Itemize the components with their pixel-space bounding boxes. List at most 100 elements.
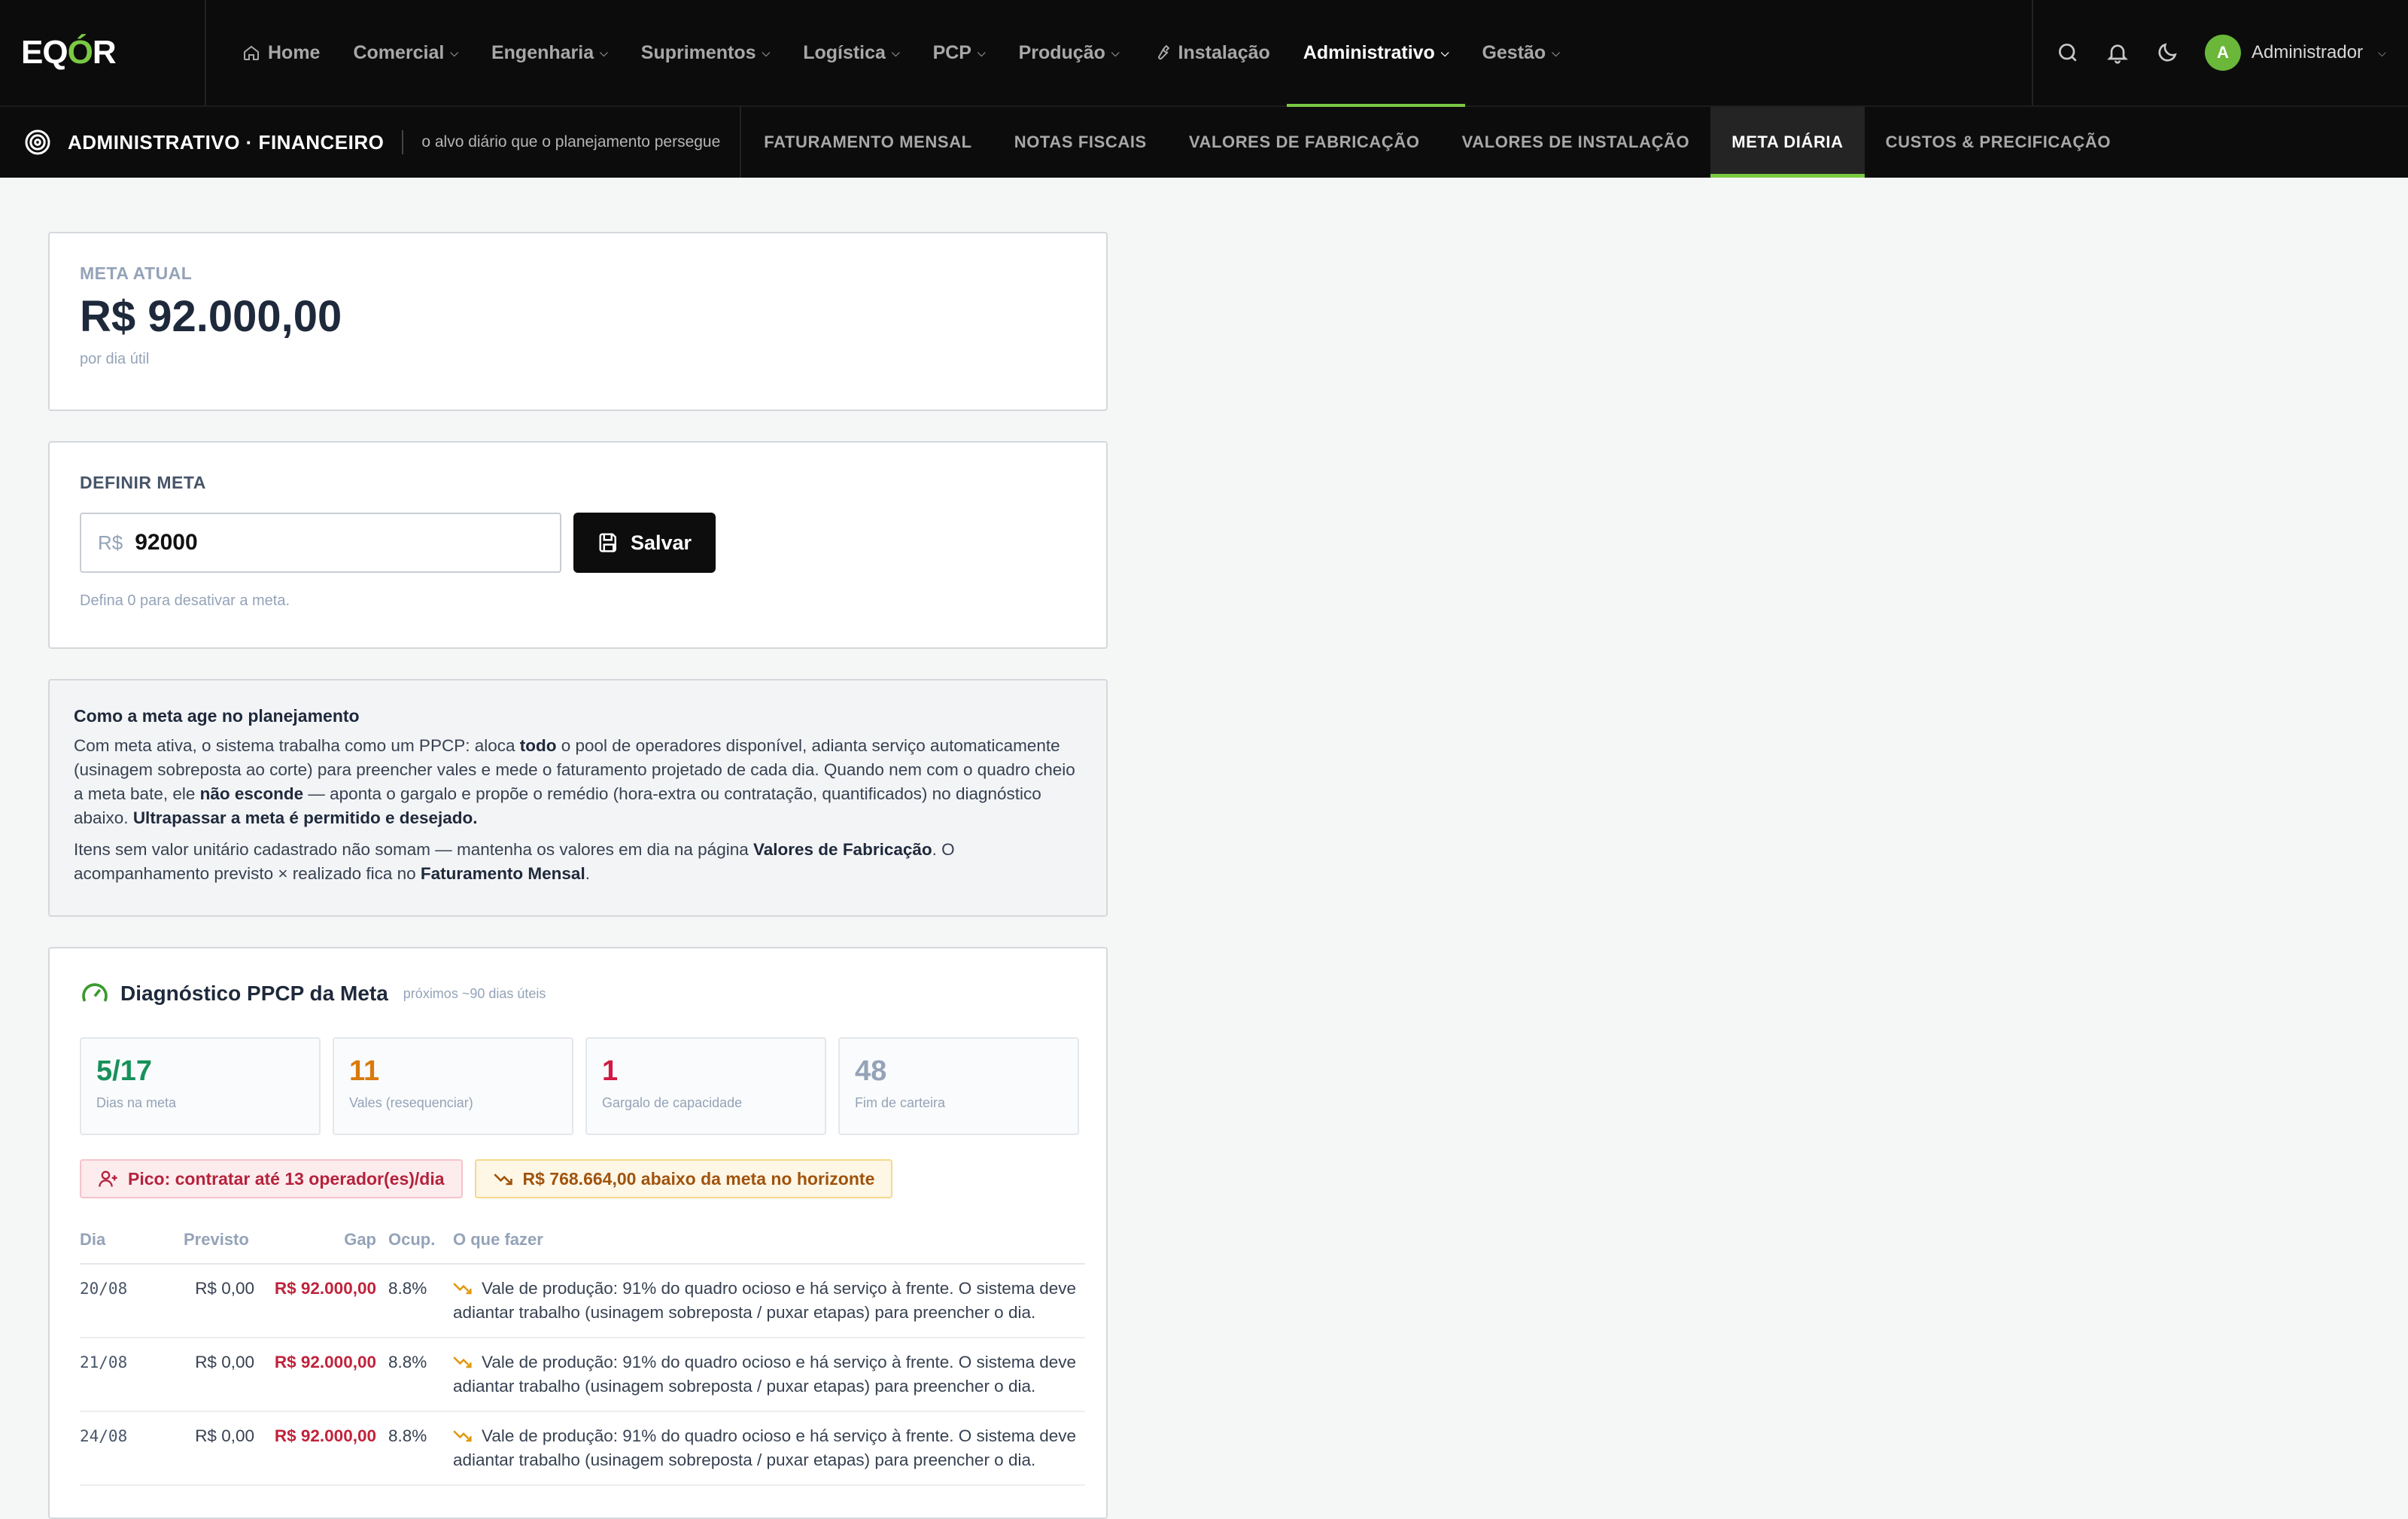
- save-button[interactable]: Salvar: [573, 513, 716, 573]
- stats-row: 5/17 Dias na meta 11 Vales (resequenciar…: [80, 1037, 1079, 1135]
- tab-meta-diaria[interactable]: META DIÁRIA: [1710, 107, 1865, 178]
- section-title: ADMINISTRATIVO · FINANCEIRO: [68, 130, 385, 154]
- gap-alert-badge: R$ 768.664,00 abaixo da meta no horizont…: [474, 1159, 893, 1198]
- menu-item-label: PCP: [932, 41, 971, 63]
- moon-icon[interactable]: [2155, 41, 2179, 65]
- section-subtitle: o alvo diário que o planejamento persegu…: [421, 133, 721, 151]
- tab-custos-precificacao[interactable]: CUSTOS & PRECIFICAÇÃO: [1865, 107, 2132, 178]
- gauge-icon: [82, 983, 108, 1002]
- stat-value: 11: [349, 1055, 380, 1087]
- planning-info-card: Como a meta age no planejamento Com meta…: [48, 679, 1108, 917]
- trending-down-icon: [453, 1283, 472, 1295]
- top-navbar: EQÓR Home Comercial ⌵ Engenharia ⌵ Suprime…: [0, 0, 2408, 107]
- stat-end-of-backlog: 48 Fim de carteira: [838, 1037, 1079, 1135]
- col-previsto: Previsto: [184, 1224, 266, 1265]
- cell-ocup: 8.8%: [388, 1264, 453, 1338]
- table-header-row: Dia Previsto Gap Ocup. O que fazer: [80, 1224, 1085, 1265]
- col-gap: Gap: [266, 1224, 388, 1265]
- stat-label: Dias na meta: [96, 1095, 177, 1110]
- logo-text: EQÓR: [21, 34, 117, 71]
- table-row: 20/08 R$ 0,00 R$ 92.000,00 8.8% Vale de …: [80, 1264, 1085, 1338]
- trending-down-icon: [453, 1430, 472, 1442]
- col-ocup: Ocup.: [388, 1224, 453, 1265]
- diagnostic-card: Diagnóstico PPCP da Meta próximos ~90 di…: [48, 947, 1108, 1519]
- stat-label: Vales (resequenciar): [349, 1095, 473, 1110]
- chevron-down-icon: ⌵: [600, 46, 608, 59]
- stat-bottleneck: 1 Gargalo de capacidade: [585, 1037, 826, 1135]
- menu-item-producao[interactable]: Produção ⌵: [1002, 0, 1136, 105]
- chevron-down-icon: ⌵: [1111, 46, 1120, 59]
- bell-icon[interactable]: [2105, 41, 2130, 65]
- diagnostic-table: Dia Previsto Gap Ocup. O que fazer 20/08…: [80, 1224, 1085, 1486]
- chevron-down-icon: ⌵: [450, 46, 458, 59]
- menu-item-label: Instalação: [1178, 41, 1270, 63]
- user-menu[interactable]: A Administrador ⌵: [2205, 35, 2386, 71]
- current-goal-card: META ATUAL R$ 92.000,00 por dia útil: [48, 232, 1108, 411]
- chevron-down-icon: ⌵: [1440, 46, 1449, 59]
- section-header: ADMINISTRATIVO · FINANCEIRO o alvo diári…: [0, 107, 742, 178]
- avatar: A: [2205, 35, 2241, 71]
- chevron-down-icon: ⌵: [891, 46, 900, 59]
- cell-acao: Vale de produção: 91% do quadro ocioso e…: [453, 1411, 1085, 1486]
- tab-faturamento-mensal[interactable]: FATURAMENTO MENSAL: [743, 107, 993, 178]
- menu-item-label: Home: [268, 41, 321, 63]
- set-goal-label: DEFINIR META: [80, 473, 206, 492]
- menu-item-suprimentos[interactable]: Suprimentos ⌵: [625, 0, 786, 105]
- cell-previsto: R$ 0,00: [184, 1264, 266, 1338]
- menu-item-pcp[interactable]: PCP ⌵: [917, 0, 1002, 105]
- cell-dia: 20/08: [80, 1264, 184, 1338]
- info-paragraph-2: Itens sem valor unitário cadastrado não …: [74, 840, 955, 883]
- app-logo[interactable]: EQÓR: [0, 0, 206, 105]
- trending-down-icon: [453, 1356, 472, 1368]
- cell-gap: R$ 92.000,00: [266, 1338, 388, 1412]
- goal-input[interactable]: [135, 530, 512, 556]
- wrench-icon: [1157, 44, 1169, 60]
- tab-valores-fabricacao[interactable]: VALORES DE FABRICAÇÃO: [1168, 107, 1441, 178]
- cell-previsto: R$ 0,00: [184, 1411, 266, 1486]
- menu-item-administrativo[interactable]: Administrativo ⌵: [1286, 0, 1466, 107]
- section-tabs: FATURAMENTO MENSAL NOTAS FISCAIS VALORES…: [741, 107, 2132, 178]
- menu-item-label: Suprimentos: [640, 41, 756, 63]
- cell-previsto: R$ 0,00: [184, 1338, 266, 1412]
- info-title: Como a meta age no planejamento: [74, 706, 360, 726]
- menu-item-home[interactable]: Home: [226, 0, 336, 105]
- hire-alert-badge: Pico: contratar até 13 operador(es)/dia: [80, 1159, 463, 1198]
- save-button-label: Salvar: [631, 531, 692, 554]
- diagnostic-header: Diagnóstico PPCP da Meta próximos ~90 di…: [80, 979, 1079, 1009]
- goal-input-wrapper: R$: [80, 513, 561, 573]
- currency-prefix: R$: [98, 531, 123, 554]
- cell-acao: Vale de produção: 91% do quadro ocioso e…: [453, 1338, 1085, 1412]
- target-icon: [25, 129, 50, 155]
- stat-value: 5/17: [96, 1055, 152, 1087]
- info-paragraph-1: Com meta ativa, o sistema trabalha como …: [74, 736, 1075, 827]
- home-icon: [244, 45, 259, 60]
- search-icon[interactable]: [2056, 41, 2080, 65]
- menu-item-comercial[interactable]: Comercial ⌵: [336, 0, 475, 105]
- menu-item-logistica[interactable]: Logística ⌵: [786, 0, 916, 105]
- stat-days-on-goal: 5/17 Dias na meta: [80, 1037, 321, 1135]
- gap-alert-text: R$ 768.664,00 abaixo da meta no horizont…: [522, 1168, 875, 1189]
- diagnostic-title: Diagnóstico PPCP da Meta: [120, 982, 388, 1005]
- menu-item-instalacao[interactable]: Instalação: [1136, 0, 1287, 105]
- stat-label: Fim de carteira: [855, 1095, 946, 1110]
- menu-item-gestao[interactable]: Gestão ⌵: [1465, 0, 1576, 105]
- tab-valores-instalacao[interactable]: VALORES DE INSTALAÇÃO: [1441, 107, 1711, 178]
- menu-item-engenharia[interactable]: Engenharia ⌵: [475, 0, 625, 105]
- user-plus-icon: [99, 1170, 117, 1187]
- menu-item-label: Engenharia: [491, 41, 594, 63]
- set-goal-hint: Defina 0 para desativar a meta.: [80, 592, 290, 609]
- cell-ocup: 8.8%: [388, 1338, 453, 1412]
- save-icon: [599, 533, 616, 553]
- table-row: 24/08 R$ 0,00 R$ 92.000,00 8.8% Vale de …: [80, 1411, 1085, 1486]
- user-name: Administrador: [2251, 42, 2364, 62]
- menu-item-label: Logística: [803, 41, 886, 63]
- cell-gap: R$ 92.000,00: [266, 1264, 388, 1338]
- stat-value: 1: [602, 1055, 619, 1087]
- chevron-down-icon: ⌵: [977, 46, 986, 59]
- col-dia: Dia: [80, 1224, 184, 1265]
- tab-notas-fiscais[interactable]: NOTAS FISCAIS: [993, 107, 1168, 178]
- chevron-down-icon: ⌵: [1552, 46, 1560, 59]
- set-goal-card: DEFINIR META R$ Salvar Defina 0 para des…: [48, 441, 1108, 649]
- menu-item-label: Administrativo: [1303, 41, 1435, 63]
- hire-alert-text: Pico: contratar até 13 operador(es)/dia: [128, 1168, 445, 1189]
